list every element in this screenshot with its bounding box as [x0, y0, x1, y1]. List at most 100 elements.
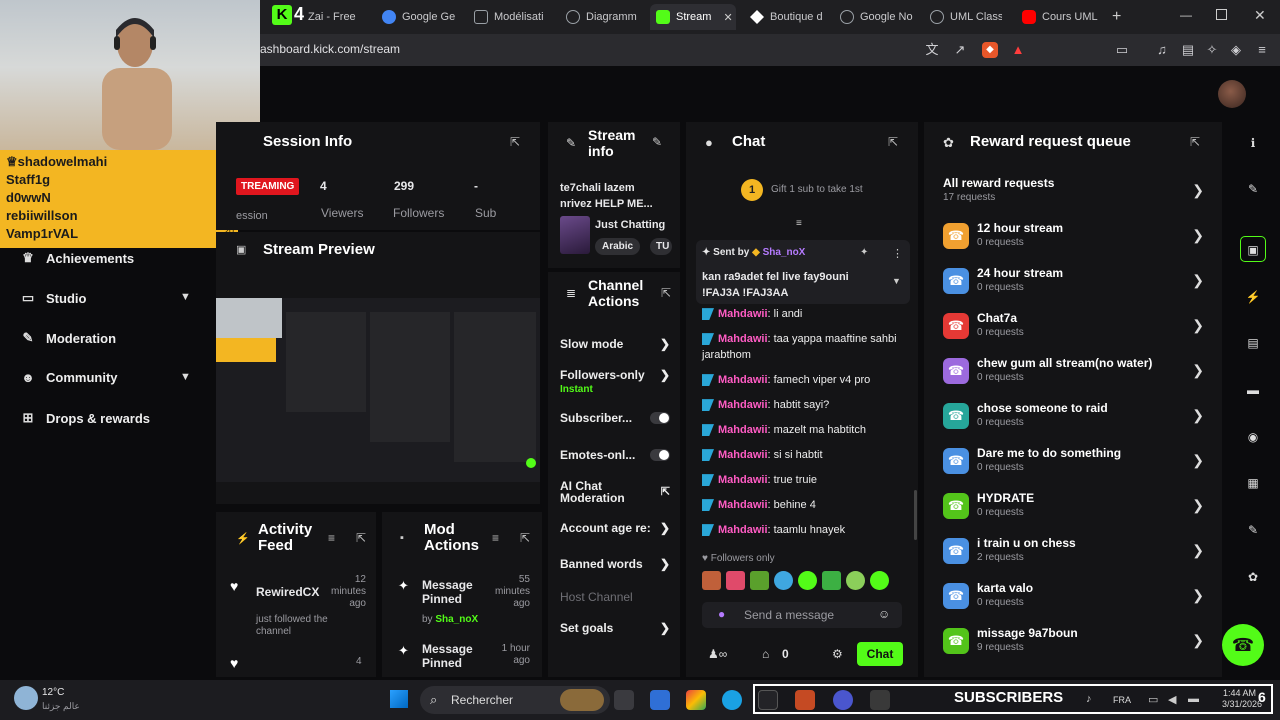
more-icon[interactable]: ⋮ [892, 247, 903, 260]
popout-icon[interactable]: ⇱ [1190, 135, 1200, 149]
minimize-icon[interactable]: — [1180, 8, 1192, 22]
chat-icon[interactable]: ▬ [1240, 377, 1266, 403]
reward-item[interactable]: ☎ HYDRATE 0 requests ❯ [943, 491, 1208, 531]
set-goals-row[interactable]: Set goals ❯ [560, 621, 670, 635]
pin-icon[interactable]: ✦ [860, 247, 868, 258]
reward-item[interactable]: ☎ karta valo 0 requests ❯ [943, 581, 1208, 621]
tag-arabic[interactable]: Arabic [595, 238, 641, 255]
popout-icon[interactable]: ⇱ [510, 135, 520, 149]
maximize-icon[interactable] [1216, 9, 1227, 20]
tab-diagramme[interactable]: Diagramm [566, 4, 644, 30]
weather-icon[interactable] [14, 686, 38, 710]
emote-icon[interactable] [726, 571, 745, 590]
chat-scrollbar[interactable] [914, 490, 917, 540]
chat-username[interactable]: Mahdawii [718, 424, 768, 436]
emote-icon[interactable] [750, 571, 769, 590]
close-window-icon[interactable]: ✕ [1254, 7, 1266, 24]
emote-icon[interactable] [774, 571, 793, 590]
drag-handle-icon[interactable]: ≡ [796, 218, 802, 229]
chat-username[interactable]: Mahdawii [718, 333, 768, 345]
stream-preview-video[interactable] [216, 298, 540, 482]
microphone-icon[interactable]: ● [718, 607, 725, 621]
calendar-icon[interactable]: ▦ [1240, 470, 1266, 496]
pencil-icon[interactable]: ✎ [1240, 176, 1266, 202]
chat-username[interactable]: Mahdawii [718, 449, 768, 461]
brave-shield-icon[interactable]: ◆ [982, 42, 998, 58]
reward-item[interactable]: ☎ 24 hour stream 0 requests ❯ [943, 266, 1208, 306]
edit-icon[interactable]: ✎ [652, 135, 662, 149]
chevron-down-icon[interactable]: ▼ [180, 291, 191, 303]
screen-icon[interactable]: ▣ [1240, 236, 1266, 262]
tab-google-gemini[interactable]: Google Ge [382, 4, 460, 30]
chat-username[interactable]: Mahdawii [718, 399, 768, 411]
music-icon[interactable]: ♫ [1154, 42, 1170, 58]
users-infinity-icon[interactable]: ♟∞ [708, 647, 727, 661]
account-age-row[interactable]: Account age re: ❯ [560, 521, 670, 535]
gift-icon[interactable]: ⌂ [762, 647, 769, 661]
filter-icon[interactable]: ≡ [328, 531, 335, 545]
network-icon[interactable]: ▭ [1148, 693, 1158, 706]
filter-icon[interactable]: ≡ [492, 531, 499, 545]
gift-text[interactable]: Gift 1 sub to take 1st [771, 184, 863, 195]
tab-zai[interactable]: Zai - Free [308, 4, 368, 30]
rewards-rail-icon[interactable]: ✿ [1240, 564, 1266, 590]
vpn-icon[interactable]: ◈ [1228, 42, 1244, 58]
clock[interactable]: 1:44 AM 3/31/2026 [1222, 688, 1262, 710]
chrome-icon[interactable] [686, 690, 706, 710]
subscriber-toggle[interactable] [650, 412, 670, 424]
sidebar-toggle-icon[interactable]: ▭ [1114, 42, 1130, 58]
extensions-icon[interactable]: ✧ [1204, 42, 1220, 58]
popout-icon[interactable]: ⇱ [888, 135, 898, 149]
brave-rewards-icon[interactable]: ▲ [1010, 42, 1026, 58]
language-indicator[interactable]: FRA [1113, 695, 1131, 705]
send-chat-button[interactable]: Chat [857, 642, 903, 666]
url-field[interactable]: ashboard.kick.com/stream [260, 42, 400, 56]
avatar[interactable] [1218, 80, 1246, 108]
emoji-icon[interactable]: ☺ [878, 607, 890, 621]
followers-only-row[interactable]: Followers-only c ❯ [560, 368, 670, 382]
sidebar-item-moderation[interactable]: ✎ Moderation [20, 330, 117, 346]
close-tab-icon[interactable]: ✕ [723, 11, 732, 24]
all-reward-requests[interactable]: All reward requests 17 requests ❯ [943, 176, 1208, 216]
tab-cours-uml[interactable]: Cours UML [1022, 4, 1098, 30]
banned-words-row[interactable]: Banned words ❯ [560, 557, 670, 571]
chevron-down-icon[interactable]: ▼ [180, 371, 191, 383]
emotes-toggle[interactable] [650, 449, 670, 461]
tab-stream[interactable]: Stream ✕ [650, 4, 736, 30]
emote-icon[interactable] [822, 571, 841, 590]
ai-moderation-row[interactable]: AI Chat Moderation ⇱ [560, 480, 670, 504]
tab-google-notebook[interactable]: Google No [840, 4, 916, 30]
tab-boutique[interactable]: Boutique d [750, 4, 824, 30]
reward-item[interactable]: ☎ Chat7a 0 requests ❯ [943, 311, 1208, 351]
chat-username[interactable]: Mahdawii [718, 374, 768, 386]
broadcast-icon[interactable]: ◉ [1240, 424, 1266, 450]
microphone-tray-icon[interactable]: ♪ [1086, 693, 1092, 705]
reward-item[interactable]: ☎ Dare me to do something 0 requests ❯ [943, 446, 1208, 486]
sidebar-item-drops[interactable]: ⊞ Drops & rewards [20, 410, 151, 426]
emote-icon[interactable] [702, 571, 721, 590]
tab-modelisation[interactable]: Modélisati [474, 4, 546, 30]
tag-tu[interactable]: TU [650, 238, 672, 255]
chat-username[interactable]: Mahdawii [718, 308, 768, 320]
popout-icon[interactable]: ⇱ [520, 531, 530, 545]
emotes-only-row[interactable]: Emotes-onl... [560, 448, 670, 462]
reward-item[interactable]: ☎ i train u on chess 2 requests ❯ [943, 536, 1208, 576]
category-name[interactable]: Just Chatting [595, 219, 665, 231]
reward-item[interactable]: ☎ missage 9a7boun 9 requests ❯ [943, 626, 1208, 666]
document-icon[interactable]: ▤ [1240, 330, 1266, 356]
volume-icon[interactable]: ◀ [1168, 693, 1176, 706]
sidebar-item-studio[interactable]: ▭ Studio [20, 290, 87, 306]
wrench-icon[interactable]: ✎ [1240, 517, 1266, 543]
windows-start-icon[interactable] [390, 690, 408, 708]
emote-icon[interactable] [870, 571, 889, 590]
battery-icon[interactable]: ▬ [1188, 693, 1199, 705]
sidebar-item-community[interactable]: ☻ Community [20, 370, 117, 385]
popout-icon[interactable]: ⇱ [356, 531, 366, 545]
popout-icon[interactable]: ⇱ [661, 286, 671, 300]
tab-uml-class[interactable]: UML Class [930, 4, 1002, 30]
lightning-icon[interactable]: ⚡ [1240, 284, 1266, 310]
support-chat-button[interactable]: ☎ [1222, 624, 1264, 666]
gear-icon[interactable]: ⚙ [832, 647, 843, 661]
task-view-icon[interactable] [614, 690, 634, 710]
chevron-down-icon[interactable]: ▼ [892, 276, 901, 286]
